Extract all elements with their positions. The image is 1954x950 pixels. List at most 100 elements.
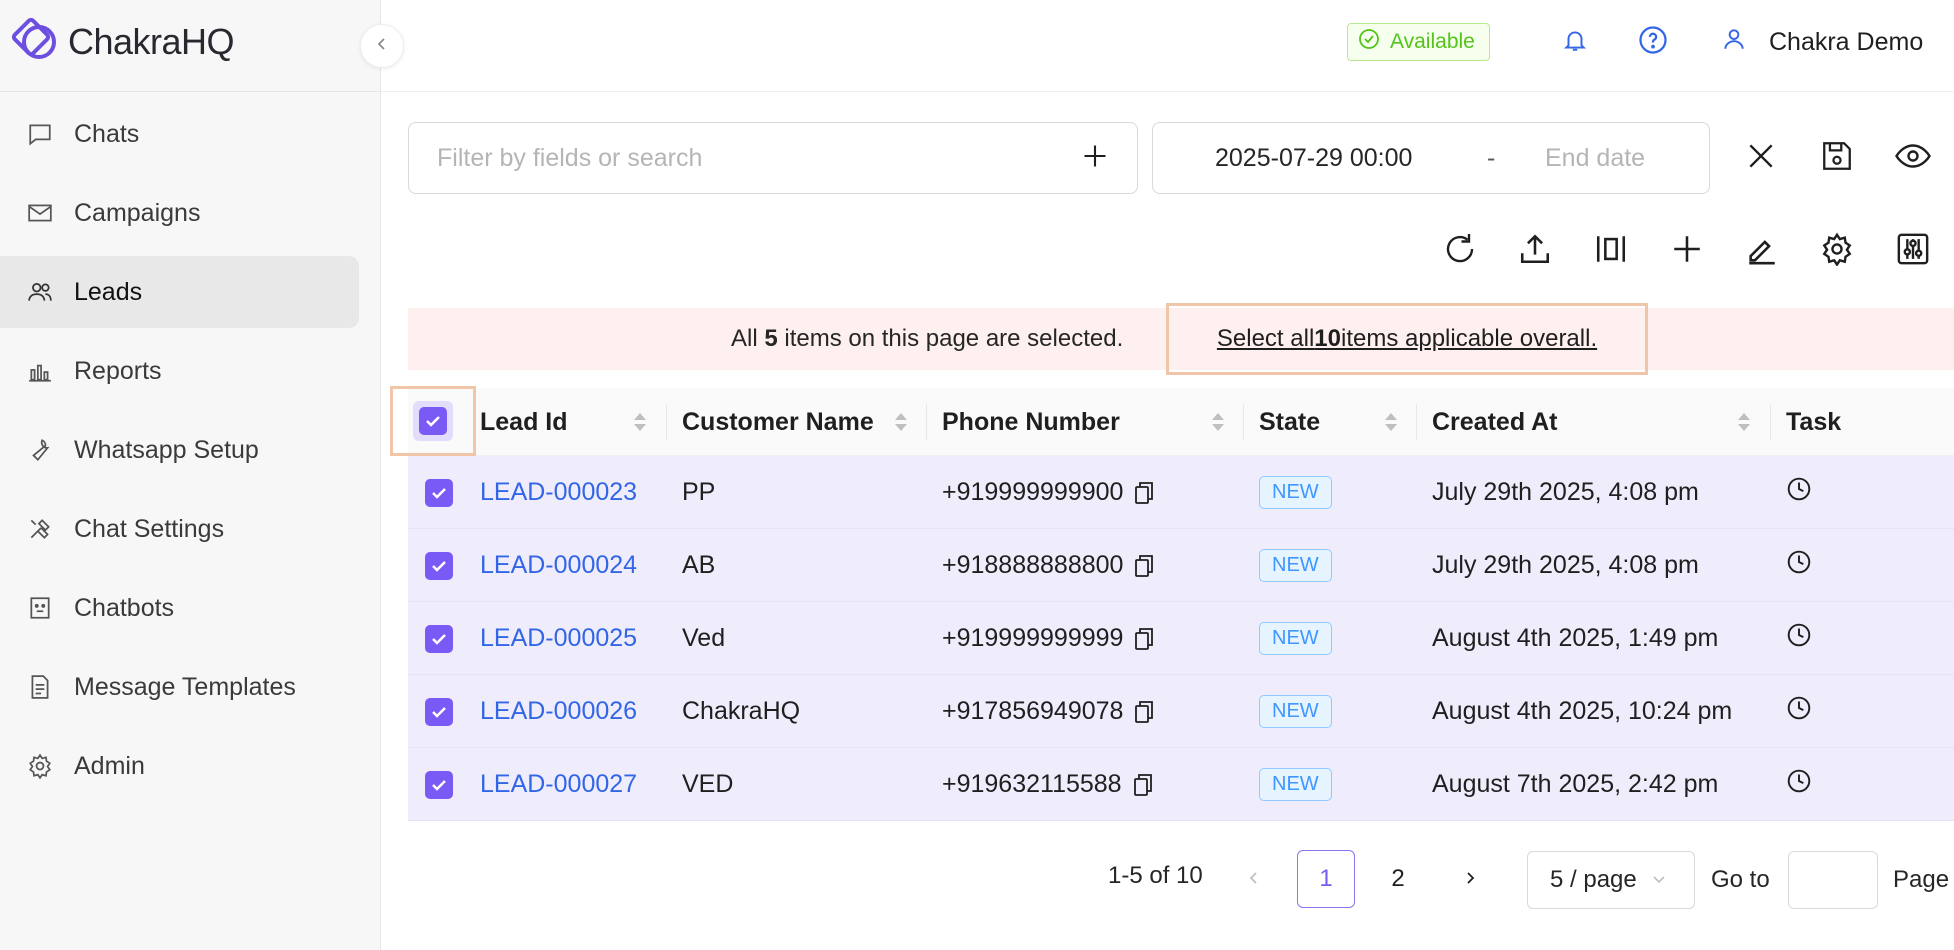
table-row[interactable]: LEAD-000023 PP +919999999900 NEW July 29…	[408, 456, 1954, 529]
sort-icon[interactable]	[1210, 411, 1226, 433]
gear-icon	[26, 752, 54, 780]
checkmark-icon	[432, 633, 446, 645]
gear-icon	[1820, 232, 1854, 271]
clock-icon[interactable]	[1786, 549, 1812, 582]
clock-icon[interactable]	[1786, 695, 1812, 728]
date-range-picker[interactable]: 2025-07-29 00:00 - End date	[1152, 122, 1710, 194]
clock-icon[interactable]	[1786, 622, 1812, 655]
row-checkbox-cell	[425, 529, 453, 602]
checkmark-icon	[432, 706, 446, 718]
copy-icon[interactable]	[1133, 554, 1155, 578]
prev-page-button[interactable]	[1225, 850, 1283, 908]
app-name: ChakraHQ	[68, 21, 235, 62]
phone-cell: +917856949078	[942, 675, 1155, 748]
table-row[interactable]: LEAD-000025 Ved +919999999999 NEW August…	[408, 602, 1954, 675]
created-at-cell: August 7th 2025, 2:42 pm	[1432, 770, 1719, 798]
lead-id-cell: LEAD-000027	[480, 748, 637, 821]
page-size-value: 5 / page	[1550, 866, 1637, 893]
table-row[interactable]: LEAD-000027 VED +919632115588 NEW August…	[408, 748, 1954, 821]
row-checkbox[interactable]	[425, 478, 453, 507]
table-row[interactable]: LEAD-000024 AB +918888888800 NEW July 29…	[408, 529, 1954, 602]
sidebar-item-label: Chats	[74, 119, 140, 148]
sidebar-item-message-templates[interactable]: Message Templates	[0, 651, 359, 723]
save-filter-button[interactable]	[1815, 136, 1859, 180]
sort-icon[interactable]	[1736, 411, 1752, 433]
lead-id-link[interactable]: LEAD-000023	[480, 478, 637, 507]
column-divider	[1416, 404, 1417, 440]
clear-filter-button[interactable]	[1739, 136, 1783, 180]
clock-icon[interactable]	[1786, 476, 1812, 509]
bar-chart-icon	[26, 357, 54, 385]
sort-icon[interactable]	[893, 411, 909, 433]
column-divider	[1243, 404, 1244, 440]
goto-page-input[interactable]	[1788, 851, 1878, 909]
sidebar-item-chat-settings[interactable]: Chat Settings	[0, 493, 359, 565]
row-checkbox[interactable]	[425, 551, 453, 580]
sidebar-item-whatsapp-setup[interactable]: Whatsapp Setup	[0, 414, 359, 486]
view-filter-button[interactable]	[1891, 136, 1935, 180]
copy-icon[interactable]	[1133, 627, 1155, 651]
table-row[interactable]: LEAD-000026 ChakraHQ +917856949078 NEW A…	[408, 675, 1954, 748]
status-badge[interactable]: Available	[1347, 23, 1490, 61]
column-header-lead-id[interactable]: Lead Id	[480, 388, 568, 456]
sidebar-item-leads[interactable]: Leads	[0, 256, 359, 328]
add-lead-button[interactable]	[1665, 229, 1709, 273]
next-page-button[interactable]	[1441, 850, 1499, 908]
row-checkbox[interactable]	[425, 624, 453, 653]
add-filter-button[interactable]	[1077, 141, 1113, 177]
column-header-customer-name[interactable]: Customer Name	[682, 388, 874, 456]
notifications-button[interactable]	[1557, 24, 1593, 60]
row-checkbox[interactable]	[425, 770, 453, 799]
customer-name-cell: ChakraHQ	[682, 697, 801, 725]
clock-icon[interactable]	[1786, 768, 1812, 801]
sort-icon[interactable]	[632, 411, 648, 433]
settings-button[interactable]	[1815, 229, 1859, 273]
select-all-link[interactable]: Select all 10 items applicable overall.	[1166, 303, 1648, 375]
page-button-2[interactable]: 2	[1369, 850, 1427, 908]
chakra-logo-icon	[8, 14, 60, 71]
sidebar-item-campaigns[interactable]: Campaigns	[0, 177, 359, 249]
copy-icon[interactable]	[1132, 773, 1154, 797]
column-divider	[926, 404, 927, 440]
sidebar-collapse-button[interactable]	[360, 24, 404, 68]
eye-icon	[1895, 138, 1931, 179]
end-date-field[interactable]: End date	[1545, 144, 1645, 173]
customer-name-cell: PP	[682, 478, 716, 506]
tools-icon	[26, 515, 54, 543]
sidebar-item-reports[interactable]: Reports	[0, 335, 359, 407]
user-icon	[1721, 26, 1747, 59]
row-checkbox[interactable]	[425, 697, 453, 726]
sidebar-item-admin[interactable]: Admin	[0, 730, 359, 802]
table-header: Lead Id Customer Name Phone Number State…	[390, 386, 1954, 456]
export-button[interactable]	[1513, 229, 1557, 273]
adjust-columns-button[interactable]	[1891, 229, 1935, 273]
lead-id-link[interactable]: LEAD-000027	[480, 770, 637, 799]
columns-button[interactable]	[1589, 229, 1633, 273]
column-header-created-at[interactable]: Created At	[1432, 388, 1558, 456]
select-all-checkbox[interactable]	[419, 407, 447, 435]
app-logo[interactable]: ChakraHQ	[8, 14, 235, 71]
page-button-1[interactable]: 1	[1297, 850, 1355, 908]
lead-id-link[interactable]: LEAD-000025	[480, 624, 637, 653]
user-menu[interactable]: Chakra Demo	[1721, 22, 1923, 62]
refresh-button[interactable]	[1438, 229, 1482, 273]
column-header-state[interactable]: State	[1259, 388, 1320, 456]
lead-id-link[interactable]: LEAD-000024	[480, 551, 637, 580]
page-size-select[interactable]: 5 / page	[1527, 851, 1695, 909]
sort-icon[interactable]	[1383, 411, 1399, 433]
lead-id-link[interactable]: LEAD-000026	[480, 697, 637, 726]
copy-icon[interactable]	[1133, 700, 1155, 724]
chat-bubble-icon	[26, 120, 54, 148]
edit-button[interactable]	[1740, 229, 1784, 273]
lead-id-cell: LEAD-000023	[480, 456, 637, 529]
help-button[interactable]	[1635, 24, 1671, 60]
customer-name-cell: Ved	[682, 624, 726, 652]
copy-icon[interactable]	[1133, 481, 1155, 505]
column-header-phone-number[interactable]: Phone Number	[942, 388, 1120, 456]
start-date-field[interactable]: 2025-07-29 00:00	[1215, 144, 1412, 173]
robot-icon	[26, 594, 54, 622]
search-input[interactable]: Filter by fields or search	[408, 122, 1138, 194]
sidebar-item-chatbots[interactable]: Chatbots	[0, 572, 359, 644]
sidebar-item-chats[interactable]: Chats	[0, 98, 359, 170]
phone-cell: +919999999900	[942, 456, 1155, 529]
